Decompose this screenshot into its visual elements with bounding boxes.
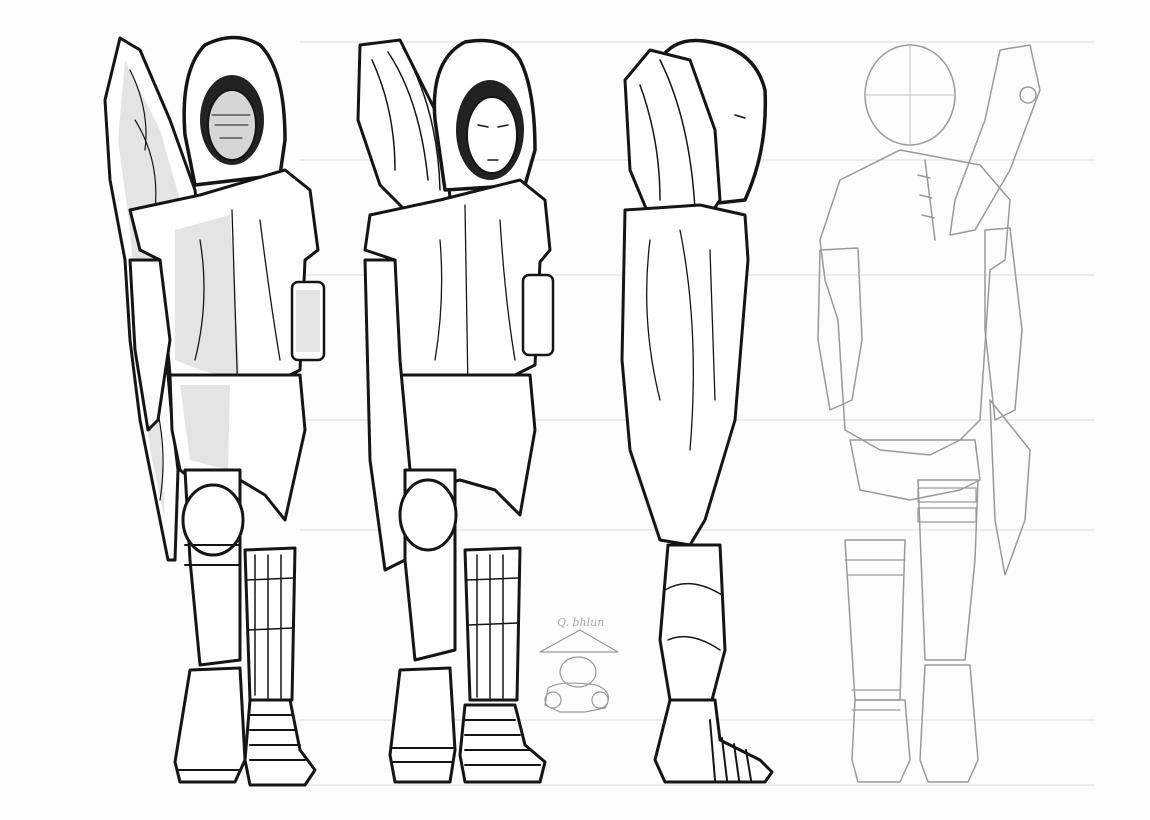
front-view-shaded	[103, 35, 326, 787]
fuzzy-bracer	[521, 273, 555, 357]
side-view-lineart	[620, 38, 774, 784]
straw-hat	[539, 629, 619, 653]
back-view-pencil-sketch	[817, 44, 1041, 783]
back-blade	[949, 44, 1041, 236]
chibi-doodle	[539, 629, 619, 713]
back-cloak	[819, 149, 1011, 456]
turnaround-drawing: Q. bhlun	[103, 35, 1095, 787]
front-view-lineart	[356, 38, 555, 784]
character-turnaround-sheet: Q. bhlun	[0, 0, 1150, 820]
handwritten-note: Q. bhlun	[557, 616, 604, 629]
knee-pad	[398, 478, 458, 552]
